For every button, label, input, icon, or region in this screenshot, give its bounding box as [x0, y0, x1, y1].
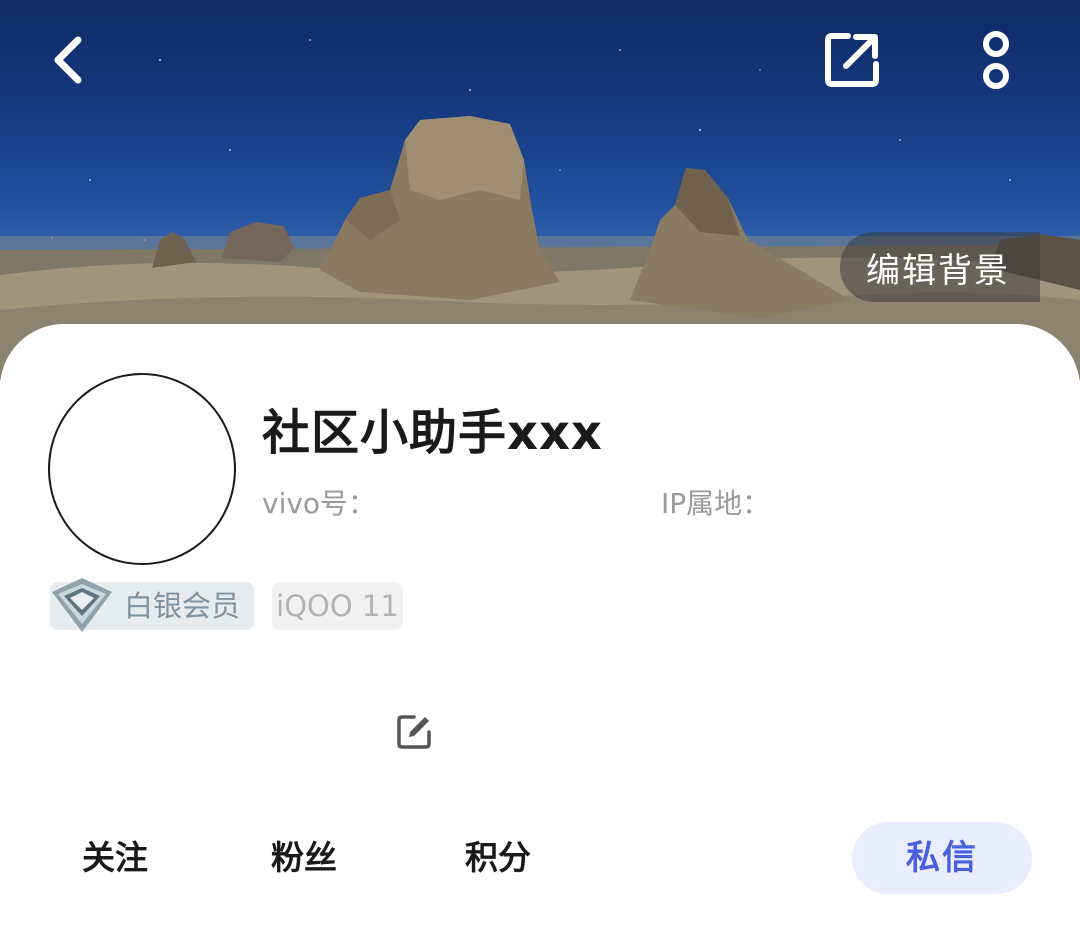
share-external-icon [825, 33, 879, 87]
vivo-id-label: vivo号： [262, 487, 377, 520]
avatar[interactable] [48, 373, 236, 565]
follow-count-tab[interactable]: 关注 [82, 836, 148, 880]
edit-bio-button[interactable] [394, 712, 434, 752]
username: 社区小助手xxx [262, 405, 603, 461]
more-options-button[interactable] [962, 24, 1030, 96]
ip-location-label: IP属地： [661, 487, 771, 520]
chevron-left-icon [54, 36, 82, 84]
more-vertical-icon [983, 31, 1009, 89]
edit-icon [397, 715, 431, 749]
silver-diamond-icon [52, 578, 112, 632]
points-tab[interactable]: 积分 [465, 836, 531, 880]
share-button[interactable] [818, 26, 886, 94]
back-button[interactable] [36, 28, 100, 92]
edit-background-button[interactable]: 编辑背景 [840, 232, 1040, 302]
member-level-badge[interactable]: 白银会员 [50, 578, 254, 632]
fans-count-tab[interactable]: 粉丝 [271, 836, 337, 880]
device-tag[interactable]: iQOO 11 [272, 582, 403, 630]
private-message-button[interactable]: 私信 [852, 822, 1032, 894]
profile-background-image [0, 0, 1080, 380]
desert-landscape [0, 39, 1080, 380]
member-level-label: 白银会员 [124, 589, 241, 623]
